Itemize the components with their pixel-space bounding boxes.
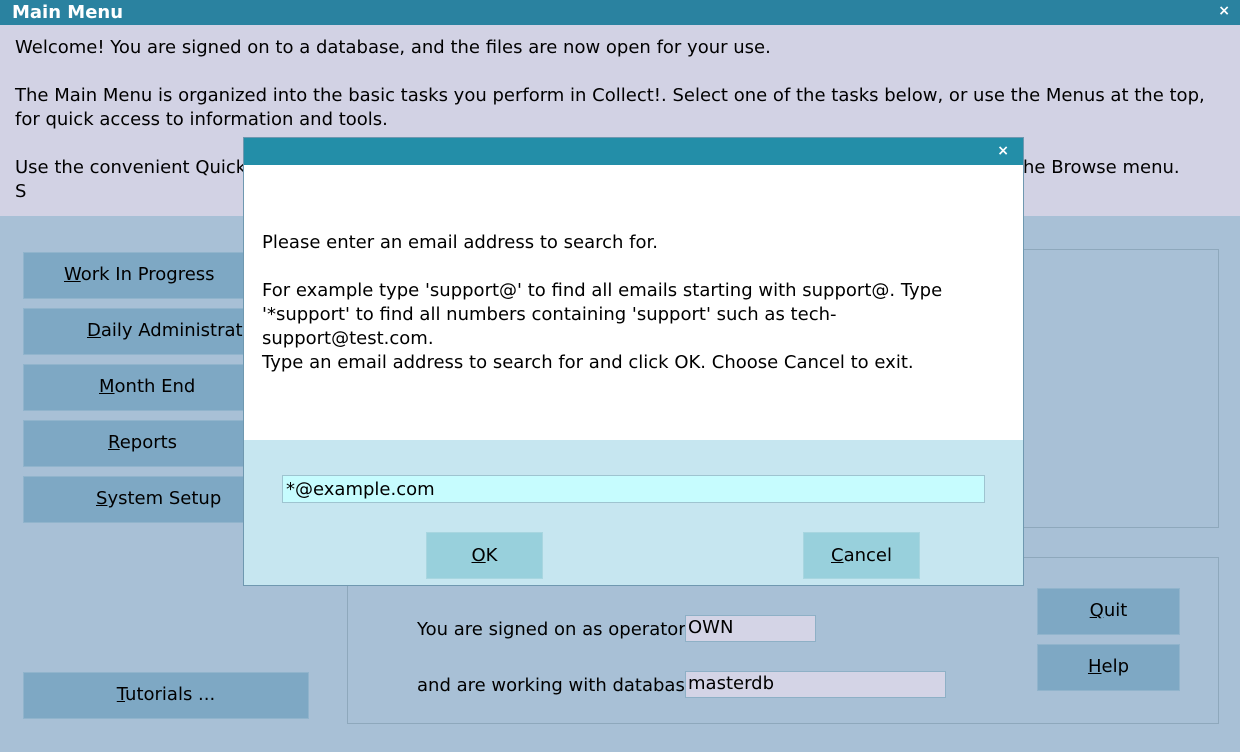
- email-search-input[interactable]: [282, 475, 985, 503]
- help-accel: H: [1087, 656, 1102, 677]
- system-setup-button[interactable]: System Setup: [23, 476, 263, 523]
- dialog-footer: OK Cancel: [244, 440, 1023, 585]
- work-in-progress-label: ork In Progress: [80, 264, 215, 285]
- work-in-progress-button[interactable]: Work In Progress: [23, 252, 263, 299]
- dialog-titlebar: ×: [244, 138, 1023, 165]
- operator-label: You are signed on as operator: [417, 619, 686, 640]
- dialog-message-area: Please enter an email address to search …: [244, 165, 1023, 440]
- reports-label: eports: [119, 432, 178, 453]
- dialog-instruction-text: Type an email address to search for and …: [262, 352, 914, 373]
- month-end-label: onth End: [114, 376, 196, 397]
- reports-accel: R: [108, 432, 120, 453]
- database-field: masterdb: [685, 671, 946, 698]
- dialog-prompt-text: Please enter an email address to search …: [262, 232, 658, 253]
- work-in-progress-accel: W: [64, 264, 81, 285]
- month-end-accel: M: [99, 376, 115, 397]
- help-button[interactable]: Help: [1037, 644, 1180, 691]
- window-title: Main Menu: [12, 2, 124, 23]
- cancel-button[interactable]: Cancel: [803, 532, 920, 579]
- dialog-example-text: For example type 'support@' to find all …: [262, 280, 943, 349]
- cancel-accel: C: [831, 545, 844, 566]
- quit-label: uit: [1103, 600, 1128, 621]
- month-end-button[interactable]: Month End: [23, 364, 263, 411]
- daily-administration-label: aily Administration: [100, 320, 263, 341]
- dialog-close-icon[interactable]: ×: [997, 143, 1009, 159]
- daily-administration-accel: D: [87, 320, 101, 341]
- ok-accel: O: [471, 545, 486, 566]
- intro-organization-text: The Main Menu is organized into the basi…: [15, 85, 1205, 130]
- intro-welcome-text: Welcome! You are signed on to a database…: [15, 37, 771, 58]
- tutorials-accel: T: [116, 684, 126, 705]
- quit-button[interactable]: Quit: [1037, 588, 1180, 635]
- help-label: elp: [1101, 656, 1130, 677]
- tutorials-label: utorials ...: [125, 684, 216, 705]
- ok-label: K: [485, 545, 498, 566]
- window-close-icon[interactable]: ×: [1218, 3, 1230, 19]
- ok-button[interactable]: OK: [426, 532, 543, 579]
- intro-quick-search-text-start: Use the convenient Quick S: [15, 157, 247, 202]
- database-label: and are working with database: [417, 675, 696, 696]
- system-setup-label: ystem Setup: [107, 488, 222, 509]
- email-search-dialog: × Please enter an email address to searc…: [244, 138, 1023, 585]
- tutorials-button[interactable]: Tutorials ...: [23, 672, 309, 719]
- daily-administration-button[interactable]: Daily Administration: [23, 308, 263, 355]
- window-titlebar: Main Menu ×: [0, 0, 1240, 25]
- system-setup-accel: S: [96, 488, 108, 509]
- quit-accel: Q: [1089, 600, 1104, 621]
- cancel-label: ancel: [843, 545, 892, 566]
- reports-button[interactable]: Reports: [23, 420, 263, 467]
- intro-quick-search-text-end: he Browse menu.: [1023, 157, 1180, 178]
- operator-field: OWN: [685, 615, 816, 642]
